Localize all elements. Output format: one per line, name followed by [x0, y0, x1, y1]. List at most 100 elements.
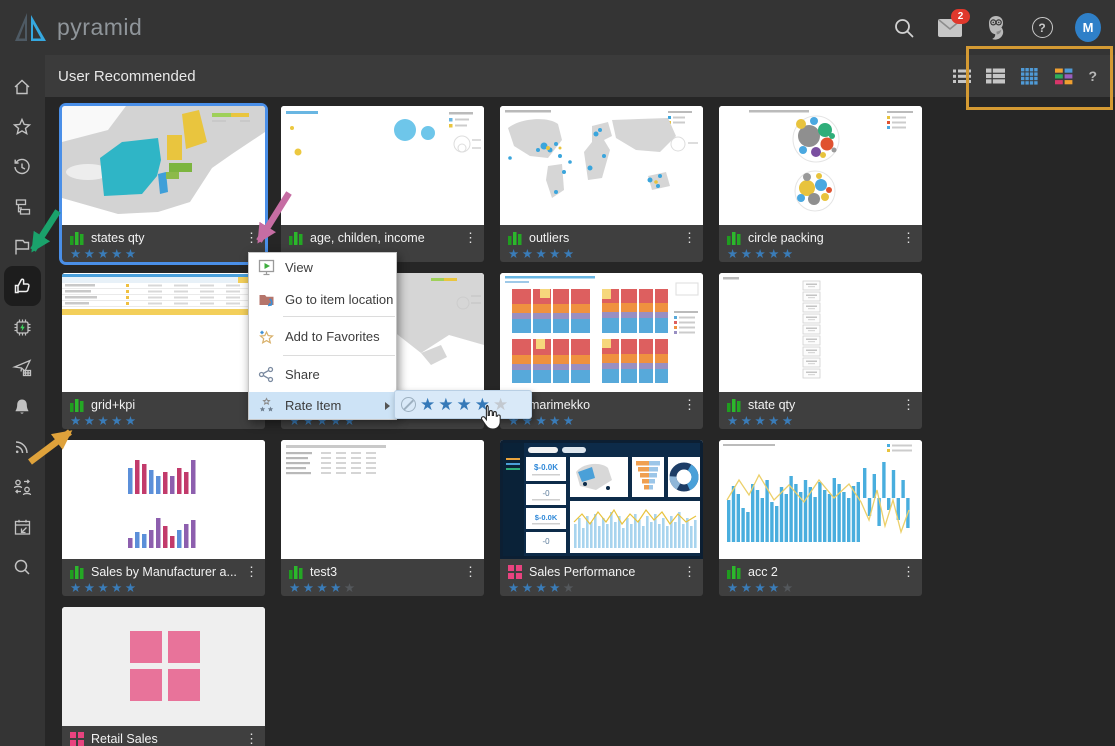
logo-text: pyramid — [57, 14, 142, 41]
help-icon[interactable]: ? — [1029, 15, 1055, 41]
thumbnail-states-qty — [62, 106, 265, 225]
tile-title: Sales Performance — [529, 565, 676, 579]
tile-title: Retail Sales — [91, 732, 238, 746]
rating-stars[interactable]: ★★★★★ — [420, 396, 511, 413]
svg-text:-0: -0 — [542, 537, 550, 546]
tile-outliers[interactable]: outliers ⋮ ★★★★★ — [500, 106, 703, 262]
pyramid-logo-icon — [12, 11, 48, 43]
tile-retail-sales[interactable]: Retail Sales ⋮ — [62, 607, 265, 746]
tile-title: acc 2 — [748, 565, 895, 579]
tile-menu-button[interactable]: ⋮ — [902, 398, 914, 411]
tile-title: test3 — [310, 565, 457, 579]
tile-test3[interactable]: test3 ⋮ ★★★★★ — [281, 440, 484, 596]
menu-item-label: Go to item location — [285, 292, 393, 307]
view-switcher: ? — [952, 55, 1097, 97]
rate-stars-icon — [258, 397, 275, 414]
tile-circle-packing[interactable]: circle packing ⋮ ★★★★★ — [719, 106, 922, 262]
tile-title: states qty — [91, 231, 238, 245]
tile-state-qty[interactable]: state qty ⋮ ★★★★★ — [719, 273, 922, 429]
tile-menu-button[interactable]: ⋮ — [683, 565, 695, 578]
avatar[interactable]: M — [1075, 15, 1101, 41]
tile-menu-button[interactable]: ⋮ — [245, 231, 257, 244]
menu-item-go-to-item-location[interactable]: Go to item location — [249, 282, 396, 316]
pyramid-logo[interactable]: pyramid — [12, 11, 142, 43]
tile-menu-button[interactable]: ⋮ — [464, 231, 476, 244]
sidebar-item-content-explorer[interactable] — [2, 189, 42, 225]
tile-grid-kpi[interactable]: grid+kpi ⋮ ★★★★★ — [62, 273, 265, 429]
messages-icon[interactable]: 2 — [937, 15, 963, 41]
report-type-icon — [727, 398, 741, 412]
tile-menu-button[interactable]: ⋮ — [464, 565, 476, 578]
report-type-icon — [289, 565, 303, 579]
tile-menu-button[interactable]: ⋮ — [683, 398, 695, 411]
tile-view-icon[interactable] — [1054, 68, 1073, 85]
search-icon[interactable] — [891, 15, 917, 41]
sidebar-item-history[interactable] — [2, 149, 42, 185]
tile-rating: ★★★★★ — [508, 247, 695, 261]
page-title: User Recommended — [58, 55, 196, 97]
tile-menu-button[interactable]: ⋮ — [902, 565, 914, 578]
ai-chip-icon — [12, 317, 33, 338]
rate-item-submenu: ★★★★★ — [394, 390, 532, 419]
menu-item-rate-item[interactable]: Rate Item — [249, 392, 396, 419]
sidebar-item-flags[interactable] — [2, 229, 42, 265]
sidebar-item-home[interactable] — [2, 69, 42, 105]
list-view-icon[interactable] — [952, 68, 971, 85]
tile-title: outliers — [529, 231, 676, 245]
dashboard-type-icon — [70, 732, 84, 746]
sidebar-item-search[interactable] — [2, 549, 42, 585]
people-swap-icon — [12, 477, 33, 498]
tile-menu-button[interactable]: ⋮ — [245, 732, 257, 745]
hierarchy-icon — [12, 197, 32, 217]
thumbnail-retail-sales — [62, 607, 265, 726]
flag-icon — [12, 237, 32, 257]
report-type-icon — [70, 231, 84, 245]
left-sidebar — [0, 55, 45, 746]
report-type-icon — [727, 231, 741, 245]
tile-menu-button[interactable]: ⋮ — [245, 565, 257, 578]
thumbnail-age-childen-income — [281, 106, 484, 225]
tile-rating: ★★★★★ — [727, 414, 914, 428]
thumbnail-grid-kpi — [62, 273, 265, 392]
tile-title: age, childen, income — [310, 231, 457, 245]
tile-acc-2[interactable]: acc 2 ⋮ ★★★★★ — [719, 440, 922, 596]
sidebar-item-feeds[interactable] — [2, 429, 42, 465]
tile-sales-performance[interactable]: $-0.0K -0 $-0.0K -0 — [500, 440, 703, 596]
menu-item-view[interactable]: View — [249, 253, 396, 282]
report-type-icon — [508, 231, 522, 245]
sidebar-item-recommended[interactable] — [4, 266, 41, 306]
star-plus-icon — [258, 328, 275, 345]
thumbnail-state-qty — [719, 273, 922, 392]
menu-item-share[interactable]: Share — [249, 356, 396, 392]
menu-item-label: Add to Favorites — [285, 329, 390, 344]
sidebar-item-alerts[interactable] — [2, 389, 42, 425]
tile-rating: ★★★★★ — [508, 414, 695, 428]
svg-text:$-0.0K: $-0.0K — [535, 513, 558, 522]
menu-item-add-to-favorites[interactable]: Add to Favorites — [249, 317, 396, 355]
sidebar-item-schedules[interactable] — [2, 509, 42, 545]
sidebar-item-favorites[interactable] — [2, 109, 42, 145]
view-help-icon[interactable]: ? — [1088, 68, 1097, 84]
detail-view-icon[interactable] — [986, 68, 1005, 85]
magnifier-icon — [12, 557, 32, 577]
assistant-owl-icon[interactable] — [983, 15, 1009, 41]
content-header: User Recommended ? — [45, 55, 1115, 97]
tile-menu-button[interactable]: ⋮ — [683, 231, 695, 244]
tile-age-childen-income[interactable]: age, childen, income ⋮ — [281, 106, 484, 262]
tile-sales-by-manufacturer[interactable]: Sales by Manufacturer a... ⋮ ★★★★★ — [62, 440, 265, 596]
tile-title: circle packing — [748, 231, 895, 245]
tile-states-qty[interactable]: states qty ⋮ ★★★★★ — [62, 106, 265, 262]
no-rating-icon[interactable] — [401, 397, 416, 412]
grid-view-icon[interactable] — [1020, 68, 1039, 85]
thumbnail-sales-by-manufacturer — [62, 440, 265, 559]
menu-item-label: Rate Item — [285, 398, 375, 413]
sidebar-item-collaboration[interactable] — [2, 469, 42, 505]
svg-text:-0: -0 — [542, 489, 550, 498]
tile-menu-button[interactable]: ⋮ — [902, 231, 914, 244]
bell-icon — [12, 397, 32, 417]
view-play-icon — [258, 259, 275, 276]
sidebar-item-publications[interactable] — [2, 349, 42, 385]
thumbs-up-icon — [12, 276, 33, 297]
svg-text:$-0.0K: $-0.0K — [534, 463, 558, 472]
sidebar-item-smart-insights[interactable] — [2, 309, 42, 345]
